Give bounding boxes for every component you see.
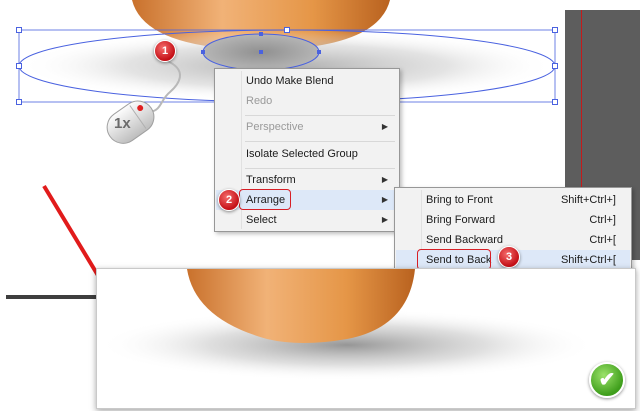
menu-item-label: Send Backward bbox=[426, 234, 504, 246]
menu-item-label: Select bbox=[246, 214, 277, 226]
menu-item-transform[interactable]: Transform ▶ bbox=[216, 170, 398, 190]
result-artwork bbox=[97, 269, 597, 381]
submenu-arrow-icon: ▶ bbox=[381, 215, 388, 224]
step-one-badge: 1 bbox=[154, 40, 176, 62]
menu-item-redo[interactable]: Redo bbox=[216, 91, 398, 111]
checkmark-icon: ✔ bbox=[589, 362, 625, 398]
menu-item-label: Isolate Selected Group bbox=[246, 148, 358, 160]
menu-item-label: Undo Make Blend bbox=[246, 75, 334, 87]
menu-item-label: Bring Forward bbox=[426, 214, 496, 226]
menu-item-label: Redo bbox=[246, 95, 273, 107]
menu-item-undo-make-blend[interactable]: Undo Make Blend bbox=[216, 71, 398, 91]
menu-item-label: Bring to Front bbox=[426, 194, 493, 206]
arrange-highlight-box bbox=[239, 189, 291, 210]
menu-separator bbox=[245, 141, 395, 142]
menu-item-bring-forward[interactable]: Bring Forward Ctrl+] bbox=[396, 210, 630, 230]
shortcut-label: Ctrl+[ bbox=[589, 234, 616, 246]
menu-item-label: Transform bbox=[246, 174, 296, 186]
menu-separator bbox=[245, 115, 395, 116]
menu-item-select[interactable]: Select ▶ bbox=[216, 210, 398, 230]
baseline-bar bbox=[6, 295, 98, 299]
context-menu: Undo Make Blend Redo Perspective ▶ Isolat… bbox=[214, 68, 400, 232]
click-count-label: 1x bbox=[114, 115, 131, 132]
send-to-back-highlight-box bbox=[417, 249, 491, 270]
submenu-arrow-icon: ▶ bbox=[381, 175, 388, 184]
mouse-icon: 1x bbox=[100, 96, 164, 156]
submenu-arrow-icon: ▶ bbox=[381, 122, 388, 131]
artboard-canvas[interactable]: 1x 1 Undo Make Blend Redo Perspective ▶ I… bbox=[0, 0, 640, 411]
menu-item-perspective[interactable]: Perspective ▶ bbox=[216, 117, 398, 137]
menu-item-label: Perspective bbox=[246, 121, 304, 133]
submenu-arrow-icon: ▶ bbox=[381, 195, 388, 204]
shortcut-label: Shift+Ctrl+[ bbox=[560, 254, 616, 266]
shortcut-label: Ctrl+] bbox=[589, 214, 616, 226]
menu-item-bring-to-front[interactable]: Bring to Front Shift+Ctrl+] bbox=[396, 190, 630, 210]
menu-item-isolate-selected-group[interactable]: Isolate Selected Group bbox=[216, 144, 398, 164]
step-two-badge: 2 bbox=[218, 189, 240, 211]
shortcut-label: Shift+Ctrl+] bbox=[560, 194, 616, 206]
step-three-badge: 3 bbox=[498, 246, 520, 268]
result-preview-panel: ✔ bbox=[96, 268, 636, 409]
menu-separator bbox=[245, 168, 395, 169]
